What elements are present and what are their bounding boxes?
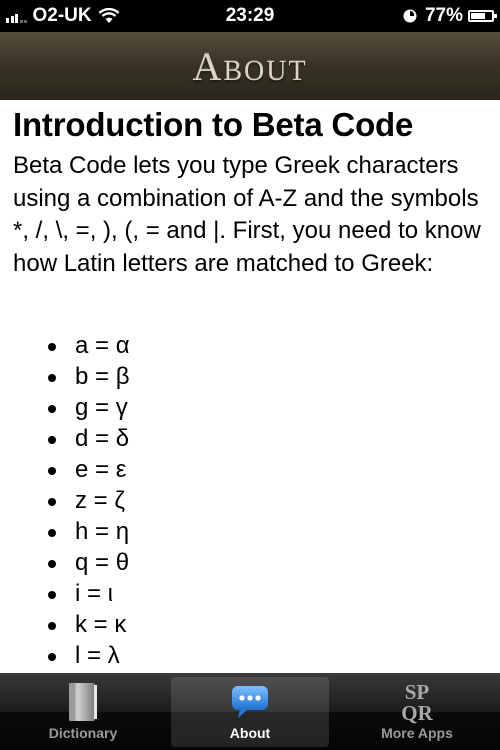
tab-about[interactable]: About (171, 677, 329, 747)
intro-paragraph: Beta Code lets you type Greek characters… (13, 152, 481, 277)
list-item: l = λ (0, 640, 130, 671)
list-item: e = ε (0, 454, 130, 485)
battery-percent: 77% (424, 5, 463, 26)
tab-more-apps[interactable]: SP QR More Apps (338, 677, 496, 747)
tab-label: More Apps (381, 725, 453, 741)
list-item: h = η (0, 516, 130, 547)
speech-bubble-icon (232, 686, 268, 718)
spqr-icon: SP QR (401, 680, 433, 725)
tab-dictionary[interactable]: Dictionary (4, 677, 162, 747)
tab-bar: Dictionary About SP QR More Apps (0, 673, 500, 750)
list-item: k = κ (0, 609, 130, 640)
list-item: b = β (0, 361, 130, 392)
list-item: z = ζ (0, 485, 130, 516)
list-item: i = ι (0, 578, 130, 609)
about-content[interactable]: Introduction to Beta Code Beta Code lets… (0, 100, 500, 673)
content-heading: Introduction to Beta Code (13, 106, 414, 143)
page-title: About (192, 43, 308, 89)
list-item: g = γ (0, 392, 130, 423)
rotation-lock-icon (403, 9, 417, 23)
tab-label: Dictionary (48, 725, 118, 741)
nav-header: About (0, 32, 500, 101)
tab-label: About (229, 725, 271, 741)
list-item: a = α (0, 330, 130, 361)
list-item: d = δ (0, 423, 130, 454)
list-item: q = θ (0, 547, 130, 578)
status-bar: O2-UK 23:29 77% (0, 0, 500, 32)
battery-icon (468, 10, 497, 22)
spqr-line-2: QR (401, 701, 433, 725)
book-icon (69, 683, 97, 721)
letter-mapping-list: a = α b = β g = γ d = δ e = ε z = ζ h = … (0, 330, 130, 671)
